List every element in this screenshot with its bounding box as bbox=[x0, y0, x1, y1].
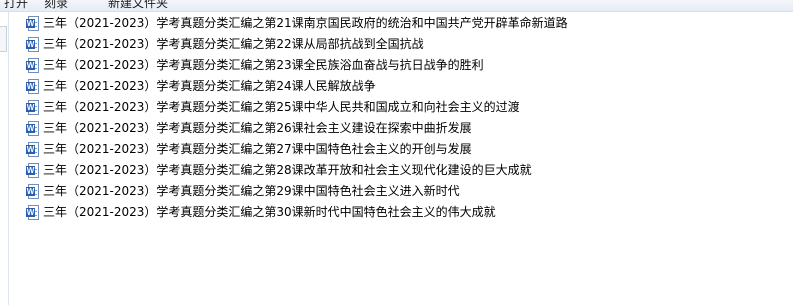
file-name: 三年（2021-2023）学考真题分类汇编之第23课全民族浴血奋战与抗日战争的胜… bbox=[43, 58, 484, 72]
file-item[interactable]: W 三年（2021-2023）学考真题分类汇编之第27课中国特色社会主义的开创与… bbox=[26, 139, 786, 160]
word-document-icon: W bbox=[26, 142, 39, 157]
file-item[interactable]: W 三年（2021-2023）学考真题分类汇编之第30课新时代中国特色社会主义的… bbox=[26, 202, 786, 223]
navigation-pane bbox=[0, 12, 9, 305]
toolbar: 打开 刻录 新建文件夹 bbox=[0, 0, 793, 12]
file-name: 三年（2021-2023）学考真题分类汇编之第27课中国特色社会主义的开创与发展 bbox=[43, 142, 472, 156]
file-item[interactable]: W 三年（2021-2023）学考真题分类汇编之第28课改革开放和社会主义现代化… bbox=[26, 160, 786, 181]
word-document-icon: W bbox=[26, 184, 39, 199]
file-item[interactable]: W 三年（2021-2023）学考真题分类汇编之第25课中华人民共和国成立和向社… bbox=[26, 97, 786, 118]
word-document-icon: W bbox=[26, 121, 39, 136]
file-item[interactable]: W 三年（2021-2023）学考真题分类汇编之第29课中国特色社会主义进入新时… bbox=[26, 181, 786, 202]
file-name: 三年（2021-2023）学考真题分类汇编之第24课人民解放战争 bbox=[43, 79, 376, 93]
file-item[interactable]: W 三年（2021-2023）学考真题分类汇编之第26课社会主义建设在探索中曲折… bbox=[26, 118, 786, 139]
nav-pane-collapse-handle[interactable] bbox=[0, 26, 7, 52]
toolbar-open-button[interactable]: 打开 bbox=[4, 0, 28, 11]
file-item[interactable]: W 三年（2021-2023）学考真题分类汇编之第24课人民解放战争 bbox=[26, 76, 786, 97]
explorer-window: 打开 刻录 新建文件夹 W 三年（2021-2023）学考真题分类汇编之第21课… bbox=[0, 0, 793, 305]
word-document-icon: W bbox=[26, 100, 39, 115]
file-name: 三年（2021-2023）学考真题分类汇编之第22课从局部抗战到全国抗战 bbox=[43, 37, 424, 51]
word-document-icon: W bbox=[26, 163, 39, 178]
file-name: 三年（2021-2023）学考真题分类汇编之第25课中华人民共和国成立和向社会主… bbox=[43, 100, 520, 114]
file-list: W 三年（2021-2023）学考真题分类汇编之第21课南京国民政府的统治和中国… bbox=[26, 13, 786, 223]
file-item[interactable]: W 三年（2021-2023）学考真题分类汇编之第22课从局部抗战到全国抗战 bbox=[26, 34, 786, 55]
file-item[interactable]: W 三年（2021-2023）学考真题分类汇编之第23课全民族浴血奋战与抗日战争… bbox=[26, 55, 786, 76]
file-name: 三年（2021-2023）学考真题分类汇编之第26课社会主义建设在探索中曲折发展 bbox=[43, 121, 472, 135]
file-name: 三年（2021-2023）学考真题分类汇编之第21课南京国民政府的统治和中国共产… bbox=[43, 16, 568, 30]
file-name: 三年（2021-2023）学考真题分类汇编之第28课改革开放和社会主义现代化建设… bbox=[43, 163, 532, 177]
word-document-icon: W bbox=[26, 37, 39, 52]
word-document-icon: W bbox=[26, 16, 39, 31]
file-item[interactable]: W 三年（2021-2023）学考真题分类汇编之第21课南京国民政府的统治和中国… bbox=[26, 13, 786, 34]
word-document-icon: W bbox=[26, 79, 39, 94]
word-document-icon: W bbox=[26, 58, 39, 73]
toolbar-burn-button[interactable]: 刻录 bbox=[44, 0, 68, 11]
file-name: 三年（2021-2023）学考真题分类汇编之第29课中国特色社会主义进入新时代 bbox=[43, 184, 460, 198]
word-document-icon: W bbox=[26, 205, 39, 220]
toolbar-new-folder-button[interactable]: 新建文件夹 bbox=[108, 0, 168, 11]
file-name: 三年（2021-2023）学考真题分类汇编之第30课新时代中国特色社会主义的伟大… bbox=[43, 205, 496, 219]
